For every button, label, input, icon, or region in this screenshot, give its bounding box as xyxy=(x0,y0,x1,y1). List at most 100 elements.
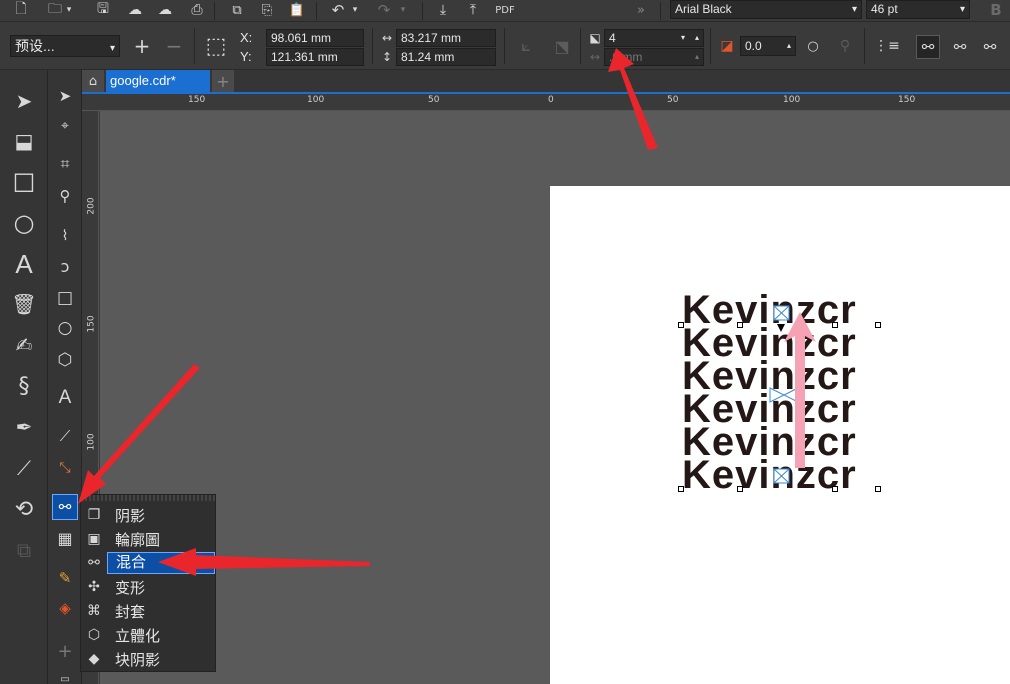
freehand-tool-icon[interactable]: ⌇ xyxy=(53,224,77,248)
delete-icon[interactable]: 🗑 xyxy=(10,290,38,318)
preset-dropdown[interactable]: 预设... ▾ xyxy=(10,35,120,57)
crop-tool-icon[interactable]: ⌗ xyxy=(53,152,77,176)
parallel-dimension-icon[interactable]: ⟋ xyxy=(53,424,77,448)
remove-preset-icon[interactable]: − xyxy=(162,34,186,58)
flyout-item-contour[interactable]: ▣ 輪廓圖 xyxy=(81,527,215,551)
bezier-curve-icon[interactable]: § xyxy=(10,372,38,400)
eyedropper-tool-icon[interactable]: ✎ xyxy=(53,566,77,590)
blend-rotation-field[interactable]: 0.0 ▴ xyxy=(740,36,796,56)
color-blend-icon[interactable]: ⋮≡ xyxy=(874,35,900,57)
new-document-icon[interactable]: 🗋 xyxy=(10,0,32,20)
object-origin-icon[interactable]: ⬚ xyxy=(202,32,230,60)
pen-nib-icon[interactable]: ✒ xyxy=(10,413,38,441)
selection-handle[interactable] xyxy=(737,322,743,328)
redo-dropdown-icon[interactable]: ▾ xyxy=(398,0,408,20)
flyout-item-drop-shadow[interactable]: ❐ 阴影 xyxy=(81,503,215,527)
font-size-dropdown[interactable]: 46 pt ▾ xyxy=(866,0,970,19)
cut-icon[interactable]: ⧉ xyxy=(226,0,248,20)
pick-tool-icon[interactable]: ➤ xyxy=(10,87,38,115)
ellipse-tool-icon[interactable]: ○ xyxy=(10,209,38,237)
flyout-item-blend[interactable]: ⚯ 混合 xyxy=(81,551,215,575)
ruler-tick-label: 100 xyxy=(86,433,97,451)
cloud-upload-icon[interactable]: ☁ xyxy=(154,0,176,20)
redo-icon[interactable]: ↷ xyxy=(374,0,394,20)
scroll-handle-icon[interactable]: ▭ xyxy=(53,674,77,684)
selection-handle[interactable] xyxy=(832,322,838,328)
paste-icon[interactable]: 📋 xyxy=(286,0,308,20)
polygon-tool-icon[interactable]: ⬡ xyxy=(53,348,77,372)
spinner-icon[interactable]: ▴ xyxy=(787,37,791,55)
rectangle-tool-icon[interactable]: □ xyxy=(10,167,38,195)
text-tool-icon[interactable]: A xyxy=(10,249,38,279)
blend-spacing-mode-icon[interactable]: ⬔ xyxy=(550,34,574,58)
selection-handle[interactable] xyxy=(832,486,838,492)
font-list-dropdown[interactable]: Arial Black ▾ xyxy=(670,0,862,19)
undo-dropdown-icon[interactable]: ▾ xyxy=(350,0,360,20)
open-dropdown-icon[interactable]: ▾ xyxy=(64,0,74,20)
add-preset-icon[interactable]: + xyxy=(130,34,154,58)
add-tab-icon[interactable]: + xyxy=(212,70,234,92)
blend-direction-icon[interactable]: ⟀ xyxy=(514,34,538,58)
cloud-download-icon[interactable]: ☁ xyxy=(124,0,146,20)
counterclockwise-blend-icon[interactable]: ⚯ xyxy=(978,35,1002,59)
export-icon[interactable]: ⤒ xyxy=(462,0,484,20)
flyout-item-envelope[interactable]: ⌘ 封套 xyxy=(81,599,215,623)
overflow-chevron-icon[interactable]: » xyxy=(632,0,650,20)
selection-handle[interactable] xyxy=(875,322,881,328)
x-position-field[interactable]: 98.061 mm xyxy=(266,29,364,47)
undo-icon[interactable]: ↶ xyxy=(328,0,348,20)
height-field[interactable]: 81.24 mm xyxy=(396,48,496,66)
loop-blend-icon[interactable]: ○ xyxy=(804,35,822,57)
document-tab[interactable]: google.cdr* xyxy=(106,70,210,92)
interactive-fill-icon[interactable]: ◈ xyxy=(53,596,77,620)
zoom-tool-icon[interactable]: ⚲ xyxy=(53,184,77,208)
distort-icon: ✣ xyxy=(88,579,100,595)
width-field[interactable]: 83.217 mm xyxy=(396,29,496,47)
document-tab-title: google.cdr* xyxy=(110,73,176,88)
text-tool-icon[interactable]: A xyxy=(53,386,77,410)
pick-tool-icon[interactable]: ➤ xyxy=(53,84,77,108)
selection-handle[interactable] xyxy=(875,486,881,492)
publish-pdf-icon[interactable]: PDF xyxy=(494,0,516,20)
spinner-up-icon[interactable]: ▴ xyxy=(695,30,699,46)
selection-handle[interactable] xyxy=(678,322,684,328)
y-position-field[interactable]: 121.361 mm xyxy=(266,48,364,66)
blend-spacing-icon: ↔ xyxy=(589,50,601,64)
add-tool-icon[interactable]: + xyxy=(53,639,77,663)
clockwise-blend-icon[interactable]: ⚯ xyxy=(948,35,972,59)
home-icon[interactable]: ⌂ xyxy=(82,70,104,92)
flyout-item-distort[interactable]: ✣ 变形 xyxy=(81,575,215,599)
horizontal-ruler[interactable]: 150 100 50 0 50 100 150 xyxy=(82,94,1010,111)
bold-icon[interactable]: B xyxy=(986,0,1006,20)
blend-steps-field[interactable]: 4 ▾ ▴ xyxy=(604,29,704,47)
transparency-tool-icon[interactable]: ▦ xyxy=(53,526,77,550)
blend-control-overlay xyxy=(769,305,799,484)
path-properties-icon[interactable]: ⚲ xyxy=(834,35,856,57)
freehand-signature-icon[interactable]: ✍ xyxy=(10,331,38,359)
weld-shape-icon[interactable]: ⧉ xyxy=(10,536,38,564)
connector-line-icon[interactable]: ⟋ xyxy=(10,454,38,482)
open-folder-icon[interactable]: 🗀 xyxy=(44,0,66,20)
ruler-tick-label: 100 xyxy=(307,95,325,105)
shape-tool-icon[interactable]: ⌖ xyxy=(53,114,77,138)
eraser-tool-icon[interactable]: ⬓ xyxy=(10,127,38,155)
ellipse-tool-icon[interactable]: ○ xyxy=(53,316,77,340)
direct-blend-icon[interactable]: ⚯ xyxy=(916,35,940,59)
print-icon[interactable]: ⎙ xyxy=(186,0,208,20)
ruler-tick-label: 50 xyxy=(667,95,679,105)
blend-spacing-field[interactable]: .0 mm ▴ xyxy=(604,48,704,66)
blend-tool-icon[interactable]: ⚯ xyxy=(52,494,78,520)
save-icon[interactable]: 🖫 xyxy=(92,0,114,20)
artistic-media-icon[interactable]: ↄ xyxy=(53,254,77,278)
selection-handle[interactable] xyxy=(737,486,743,492)
node-shape-icon[interactable]: ⟲ xyxy=(10,495,38,523)
rectangle-tool-icon[interactable]: □ xyxy=(53,286,77,310)
import-icon[interactable]: ⤓ xyxy=(432,0,454,20)
selection-handle[interactable] xyxy=(678,486,684,492)
spinner-icon[interactable]: ▴ xyxy=(695,49,699,65)
flyout-item-block-shadow[interactable]: ◆ 块阴影 xyxy=(81,647,215,671)
copy-icon[interactable]: ⎘ xyxy=(256,0,278,20)
connector-tool-icon[interactable]: ⤡ xyxy=(53,456,77,480)
flyout-item-extrude[interactable]: ⬡ 立體化 xyxy=(81,623,215,647)
flyout-grip[interactable] xyxy=(81,495,215,501)
